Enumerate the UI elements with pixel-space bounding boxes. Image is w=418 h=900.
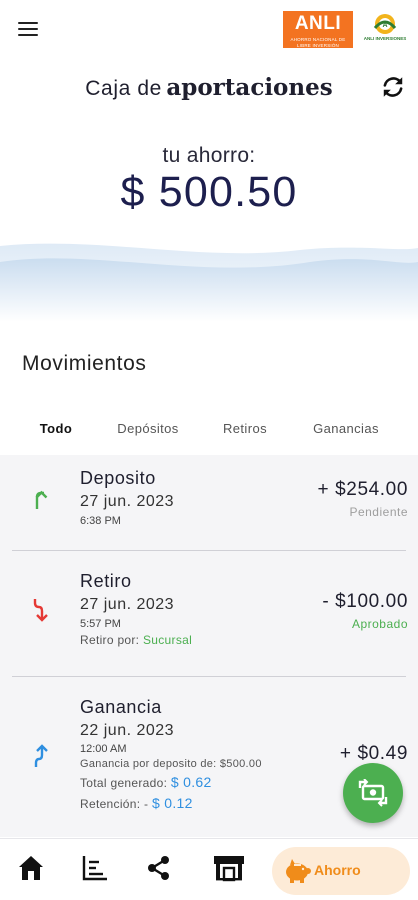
withdraw-method-value: Sucursal (142, 633, 193, 647)
savings-label: tu ahorro: (162, 144, 256, 167)
secondary-logo: A ANLI INVERSIONES (360, 12, 410, 48)
tab-todo[interactable]: Todo (28, 416, 84, 446)
arrow-up-icon (34, 744, 48, 767)
movement-time: 5:57 PM (80, 618, 121, 630)
movement-date: 27 jun. 2023 (80, 493, 175, 510)
movement-type: Retiro (80, 571, 132, 591)
movement-type: Deposito (80, 468, 156, 488)
nav-ahorro-tab[interactable]: Ahorro (272, 847, 410, 895)
money-exchange-icon (358, 779, 388, 807)
earning-total-value: $ 0.62 (170, 774, 212, 790)
tab-retiros[interactable]: Retiros (212, 416, 278, 446)
anli-logo-subtitle: AHORRO NACIONAL DE LIBRE INVERSIÓN (290, 37, 346, 48)
refresh-icon[interactable] (380, 74, 406, 100)
earning-retention-value: $ 0.12 (151, 795, 193, 811)
tab-ganancias[interactable]: Ganancias (300, 416, 392, 446)
movement-status: Pendiente (349, 505, 408, 519)
movement-amount: - $100.00 (322, 591, 408, 612)
earning-total-label: Total generado: (80, 776, 168, 790)
movements-tabs: Todo Depósitos Retiros Ganancias (0, 416, 418, 446)
movement-item-withdrawal[interactable]: Retiro 27 jun. 2023 5:57 PM Retiro por: … (0, 551, 418, 677)
movements-title: Movimientos (22, 352, 147, 375)
movement-type: Ganancia (80, 697, 162, 717)
withdraw-method: Retiro por: Sucursal (80, 633, 192, 647)
svg-text:A: A (382, 22, 387, 29)
anli-logo-text: ANLI (294, 13, 342, 34)
secondary-logo-mark-icon: A (373, 14, 397, 34)
movement-amount: + $0.49 (339, 743, 408, 764)
movement-date: 27 jun. 2023 (80, 596, 175, 613)
withdraw-method-label: Retiro por: (80, 633, 140, 647)
movement-date: 22 jun. 2023 (80, 722, 175, 739)
piggy-bank-icon (286, 859, 311, 883)
nav-ahorro-label: Ahorro (314, 862, 361, 878)
page-title-light: Caja de (85, 77, 162, 100)
movement-amount: + $254.00 (317, 479, 408, 500)
chart-icon[interactable] (80, 853, 110, 883)
earning-retention-label: Retención: - (80, 797, 149, 811)
earning-total: Total generado: $ 0.62 (80, 774, 212, 790)
secondary-logo-text: ANLI INVERSIONES (363, 36, 407, 41)
anli-logo: ANLI AHORRO NACIONAL DE LIBRE INVERSIÓN (283, 11, 353, 48)
savings-amount: $ 500.50 (120, 168, 298, 216)
arrow-up-icon (35, 490, 48, 509)
top-bar: ANLI AHORRO NACIONAL DE LIBRE INVERSIÓN … (0, 0, 418, 60)
arrow-down-icon (33, 599, 48, 622)
store-icon[interactable] (212, 853, 244, 883)
earning-detail: Ganancia por deposito de: $500.00 (80, 758, 262, 770)
page-title: Caja de aportaciones (0, 74, 418, 110)
earning-retention: Retención: - $ 0.12 (80, 795, 193, 811)
decorative-wave (0, 243, 418, 322)
tab-depositos[interactable]: Depósitos (106, 416, 190, 446)
home-icon[interactable] (16, 853, 46, 883)
movement-item-deposit[interactable]: Deposito 27 jun. 2023 6:38 PM + $254.00 … (0, 455, 418, 551)
exchange-money-button[interactable] (343, 763, 403, 823)
movement-status: Aprobado (351, 617, 408, 631)
page-title-bold: aportaciones (166, 74, 333, 101)
movement-time: 6:38 PM (80, 515, 121, 527)
share-icon[interactable] (144, 853, 174, 883)
hamburger-menu-icon[interactable] (18, 20, 40, 38)
bottom-navigation: Ahorro (0, 838, 418, 900)
movement-time: 12:00 AM (80, 743, 127, 755)
